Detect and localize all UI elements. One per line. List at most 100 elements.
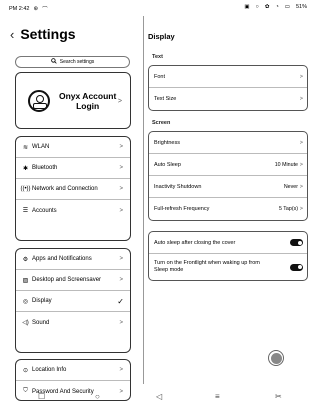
sidebar-item-label: Sound	[32, 319, 50, 326]
screenshot-icon[interactable]: ✂	[275, 392, 282, 401]
bluetooth-icon: ✱	[22, 165, 29, 172]
sync-status-icon: ○	[255, 4, 259, 10]
chevron-right-icon: >	[119, 367, 123, 373]
refresh-mode-icon[interactable]: ≡	[215, 392, 220, 401]
setting-value: 5 Tap(s)	[278, 206, 298, 212]
setting-label: Full-refresh Frequency	[154, 206, 210, 212]
sidebar-item-label: Desktop and Screensaver	[32, 277, 102, 283]
sidebar-item-label: Network and Connection	[32, 186, 98, 192]
battery-percent: 51%	[295, 4, 307, 10]
status-bar: PM 2:42 ⊛ ⌒ ▣ ○ ✿ ◔ ▭ 51%	[0, 0, 315, 16]
floating-assist-button[interactable]	[268, 350, 284, 366]
setting-auto-sleep[interactable]: Auto Sleep 10 Minute >	[149, 154, 307, 176]
search-placeholder: Search settings	[59, 59, 95, 65]
status-right: ▣ ○ ✿ ◔ ▭ 51%	[244, 4, 307, 10]
search-input[interactable]: Search settings	[15, 56, 130, 68]
section-label-screen: Screen	[152, 120, 171, 126]
setting-inactivity-shutdown[interactable]: Inactivity Shutdown Never >	[149, 176, 307, 198]
setting-text-size[interactable]: Text Size >	[149, 88, 307, 110]
setting-label: Auto sleep after closing the cover	[154, 239, 236, 246]
sound-icon: ◁)	[22, 320, 29, 326]
settings-header: ‹ Settings	[10, 26, 76, 42]
recents-icon[interactable]: ☐	[38, 392, 45, 401]
status-time: PM 2:42	[9, 6, 30, 12]
wifi-icon: ≋	[22, 144, 29, 151]
setting-brightness[interactable]: Brightness >	[149, 132, 307, 154]
location-icon: ⊙	[22, 367, 29, 374]
setting-label: Font	[154, 73, 166, 80]
page-title: Settings	[20, 26, 76, 42]
setting-font[interactable]: Font >	[149, 66, 307, 88]
chevron-right-icon: >	[299, 161, 303, 168]
chevron-right-icon: >	[299, 183, 303, 190]
setting-label: Inactivity Shutdown	[154, 183, 202, 190]
sidebar-item-display[interactable]: ◎ Display ✓	[16, 291, 130, 312]
cast-icon: ⌒	[42, 7, 48, 13]
sidebar-item-location[interactable]: ⊙ Location Info >	[16, 360, 130, 381]
sidebar-item-desktop[interactable]: ▨ Desktop and Screensaver >	[16, 270, 130, 291]
battery-icon: ▭	[284, 4, 290, 10]
menu-group-connectivity: ≋ WLAN > ✱ Bluetooth > ((•)) Network and…	[15, 136, 131, 241]
toggle-switch[interactable]	[290, 263, 303, 271]
section-label-text: Text	[152, 54, 163, 60]
sidebar-item-wlan[interactable]: ≋ WLAN >	[16, 137, 130, 158]
sidebar-item-sound[interactable]: ◁) Sound >	[16, 312, 130, 333]
account-login: Login	[76, 100, 100, 111]
settings-icon: ✿	[264, 4, 270, 10]
text-settings-card: Font > Text Size >	[148, 65, 308, 111]
network-icon: ((•))	[20, 186, 31, 192]
back-icon[interactable]: ◁	[156, 392, 162, 401]
setting-label: Turn on the Frontlight when waking up fr…	[154, 260, 260, 273]
chevron-right-icon: >	[299, 96, 303, 102]
chevron-right-icon: >	[117, 98, 122, 105]
settings-sidebar: ‹ Settings Search settings Onyx Account …	[0, 16, 143, 401]
chevron-right-icon: >	[119, 207, 123, 214]
sidebar-item-network[interactable]: ((•)) Network and Connection >	[16, 179, 130, 200]
setting-full-refresh[interactable]: Full-refresh Frequency 5 Tap(s) >	[149, 198, 307, 220]
display-settings-panel: Display Text Font > Text Size > Screen B…	[143, 16, 315, 384]
home-icon[interactable]: ○	[95, 392, 100, 401]
chevron-right-icon: >	[119, 165, 123, 171]
account-label: Onyx Account Login	[59, 91, 116, 111]
setting-auto-sleep-cover[interactable]: Auto sleep after closing the cover	[149, 232, 307, 254]
chevron-right-icon: >	[119, 277, 123, 283]
chevron-right-icon: >	[119, 186, 123, 192]
sidebar-item-accounts[interactable]: ☰ Accounts >	[16, 200, 130, 221]
checkmark-icon: ✓	[117, 296, 124, 306]
display-icon: ◎	[22, 298, 29, 305]
toggle-switch[interactable]	[290, 239, 303, 246]
accounts-icon: ☰	[22, 208, 29, 214]
search-icon	[50, 58, 57, 66]
setting-value: Never	[283, 183, 298, 190]
toggle-settings-card: Auto sleep after closing the cover Turn …	[148, 231, 308, 281]
chevron-right-icon: >	[299, 139, 303, 146]
sidebar-item-bluetooth[interactable]: ✱ Bluetooth >	[16, 158, 130, 179]
menu-group-device: ⚙ Apps and Notifications > ▨ Desktop and…	[15, 248, 131, 353]
sidebar-item-label: Accounts	[32, 207, 57, 214]
navigation-bar: ☐ ○ ◁ ≡ ✂	[0, 388, 315, 408]
chevron-right-icon: >	[299, 73, 303, 80]
sidebar-item-label: WLAN	[32, 144, 50, 150]
chevron-right-icon: >	[299, 206, 303, 212]
chevron-right-icon: >	[119, 144, 123, 150]
sidebar-item-label: Apps and Notifications	[32, 256, 92, 262]
setting-frontlight-wake[interactable]: Turn on the Frontlight when waking up fr…	[149, 254, 307, 280]
setting-label: Text Size	[154, 96, 177, 102]
sidebar-item-label: Display	[32, 298, 52, 304]
setting-label: Auto Sleep	[154, 161, 181, 168]
sidebar-item-label: Bluetooth	[32, 165, 58, 171]
setting-label: Brightness	[154, 139, 180, 146]
desktop-icon: ▨	[22, 277, 29, 284]
sync-icon: ⊛	[33, 6, 39, 12]
status-left: PM 2:42 ⊛ ⌒	[9, 5, 48, 13]
account-card[interactable]: Onyx Account Login >	[15, 72, 131, 129]
back-button[interactable]: ‹	[10, 27, 14, 42]
screen-settings-card: Brightness > Auto Sleep 10 Minute > Inac…	[148, 131, 308, 221]
account-title: Onyx Account	[59, 90, 117, 101]
chevron-right-icon: >	[119, 256, 123, 262]
wifi-icon: ◔	[275, 4, 279, 10]
apps-icon: ⚙	[22, 256, 29, 263]
sidebar-item-apps[interactable]: ⚙ Apps and Notifications >	[16, 249, 130, 270]
chevron-right-icon: >	[119, 319, 123, 326]
screenshot-icon: ▣	[244, 4, 250, 10]
